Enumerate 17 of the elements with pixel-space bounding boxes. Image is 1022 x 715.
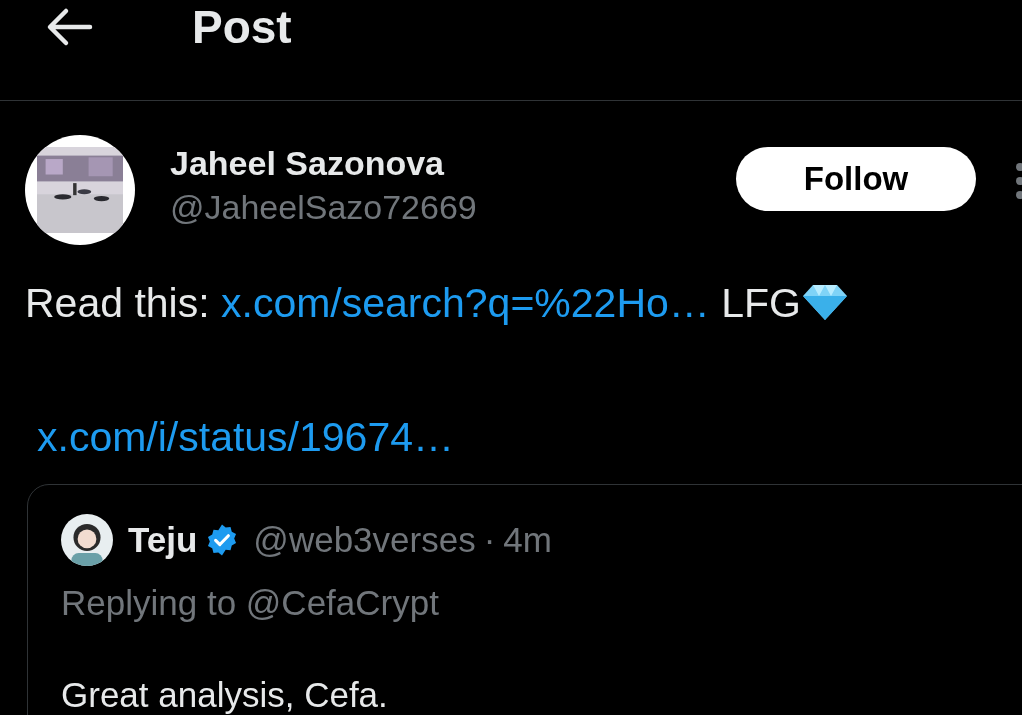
author-name[interactable]: Jaheel Sazonova [170, 143, 477, 183]
quoted-post[interactable]: Teju @web3verses · 4m Replying to @CefaCrypt Great analysis, Cefa. [27, 484, 1022, 715]
author-name[interactable]: Teju [128, 514, 198, 567]
link[interactable]: x.com/i/status/19674… [37, 414, 455, 460]
separator: · [483, 519, 496, 561]
more-icon[interactable] [1014, 161, 1022, 201]
quoted-text: Great analysis, Cefa. [61, 674, 389, 715]
page-title: Post [192, 4, 292, 50]
author-handle[interactable]: @JaheelSazo72669 [170, 183, 477, 231]
timestamp: 4m [503, 519, 552, 561]
post-text: Read this: x.com/search?q=%22Ho… LFG [25, 273, 1022, 333]
back-arrow-icon[interactable] [46, 7, 94, 47]
author-handle[interactable]: @web3verses [253, 514, 476, 567]
reply-context: Replying to @CefaCrypt [61, 581, 440, 624]
avatar[interactable] [61, 514, 113, 567]
follow-button[interactable]: Follow [736, 147, 976, 211]
link[interactable]: x.com/search?q=%22Ho… [221, 280, 710, 326]
